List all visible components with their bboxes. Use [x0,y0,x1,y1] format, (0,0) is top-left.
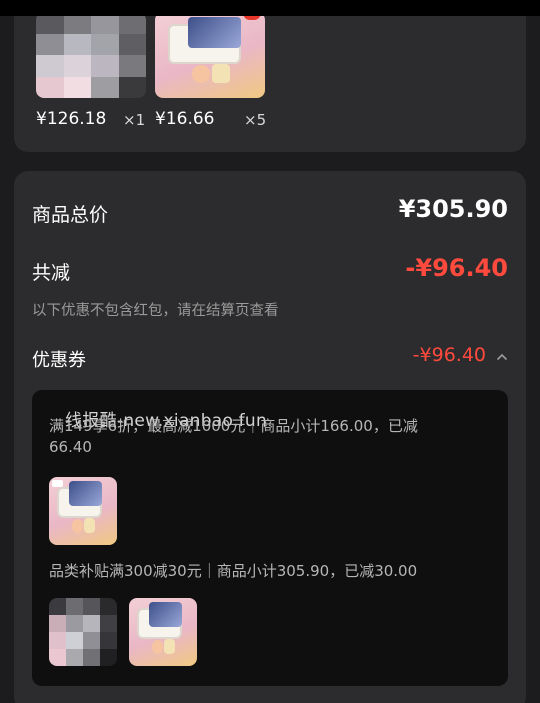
product-thumbnail-blurred[interactable] [49,598,117,666]
coupon-details-panel: 线报酷-new.xianbao.fun 满149享6折，最高减1000元｜商品小… [32,390,508,686]
product-thumbnail-lunchbox[interactable] [49,477,117,545]
pixelated-image [36,16,146,98]
coupon-rule: 品类补贴满300减30元｜商品小计305.90，已减30.00 [49,561,417,582]
product-thumbnail-lunchbox[interactable] [129,598,197,666]
item-quantity: ×1 [123,111,146,129]
chevron-up-icon[interactable] [496,351,508,363]
total-discount-label: 共减 [32,262,71,284]
coupon-value[interactable]: -¥96.40 [413,344,486,366]
status-bar-strip [0,0,540,16]
item-quantity: ×5 [244,111,267,129]
lunch-box-image [49,477,117,545]
coupon-rule-line: 66.40 [49,438,92,456]
coupon-label[interactable]: 优惠券 [32,346,86,372]
price-summary-card: 商品总价 ¥305.90 共减 -¥96.40 以下优惠不包含红包，请在结算页查… [14,171,526,703]
pixelated-image [49,598,117,666]
lunch-box-image [155,16,265,98]
coupon-rule: 满149享6折，最高减1000元｜商品小计166.00，已减 66.40 [49,416,418,458]
total-price-label: 商品总价 [32,204,109,226]
total-price-value: ¥305.90 [398,195,508,223]
product-list-card: ¥126.18 ×1 ¥16.66 ×5 [14,16,526,152]
lunch-box-image [129,598,197,666]
total-discount-value: -¥96.40 [405,254,508,282]
coupon-rule-line: 满149享6折，最高减1000元｜商品小计166.00，已减 [49,417,418,435]
item-price: ¥16.66 [155,109,215,129]
product-thumbnail-blurred[interactable] [36,16,146,98]
discount-note: 以下优惠不包含红包，请在结算页查看 [32,303,279,319]
item-price: ¥126.18 [36,109,107,129]
brand-tag-icon [51,479,63,487]
coupon-rule-line: 品类补贴满300减30元｜商品小计305.90，已减30.00 [49,562,418,580]
product-thumbnail-lunchbox[interactable] [155,16,265,98]
